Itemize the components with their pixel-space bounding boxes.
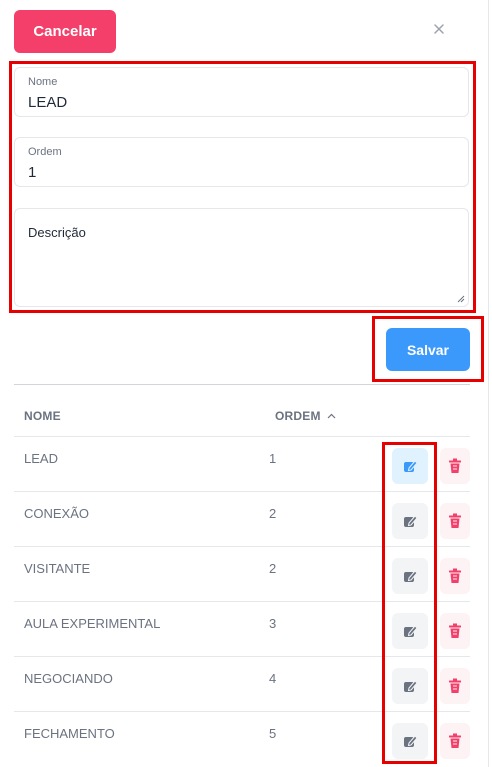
trash-icon — [449, 678, 461, 693]
delete-button[interactable] — [440, 448, 470, 484]
panel-border — [488, 0, 489, 767]
trash-icon — [449, 733, 461, 748]
section-divider — [14, 384, 470, 385]
trash-icon — [449, 458, 461, 473]
edit-icon — [404, 735, 418, 747]
nome-label: Nome — [28, 76, 58, 88]
cancel-button[interactable]: Cancelar — [14, 10, 116, 53]
delete-button[interactable] — [440, 723, 470, 759]
table-row: FECHAMENTO 5 — [14, 712, 470, 767]
ordem-field[interactable]: Ordem 1 — [14, 137, 469, 187]
row-ordem: 3 — [269, 616, 277, 631]
row-nome: LEAD — [24, 451, 58, 466]
edit-icon — [404, 570, 418, 582]
edit-button[interactable] — [392, 503, 428, 539]
edit-button[interactable] — [392, 558, 428, 594]
edit-button[interactable] — [392, 668, 428, 704]
column-header-nome[interactable]: NOME — [24, 409, 61, 423]
save-button[interactable]: Salvar — [386, 328, 470, 371]
row-ordem: 5 — [269, 726, 277, 741]
trash-icon — [449, 568, 461, 583]
delete-button[interactable] — [440, 668, 470, 704]
nome-input[interactable]: LEAD — [28, 94, 67, 111]
row-nome: VISITANTE — [24, 561, 91, 576]
descricao-textarea[interactable]: Descrição — [14, 208, 469, 307]
row-nome: FECHAMENTO — [24, 726, 115, 741]
chevron-up-icon — [327, 413, 336, 419]
table-row: LEAD 1 — [14, 437, 470, 492]
resize-grip-icon[interactable] — [457, 295, 465, 303]
row-ordem: 1 — [269, 451, 277, 466]
edit-button[interactable] — [392, 448, 428, 484]
descricao-placeholder: Descrição — [28, 225, 86, 240]
row-ordem: 2 — [269, 561, 277, 576]
column-header-ordem-label: ORDEM — [275, 409, 321, 423]
edit-icon — [404, 460, 418, 472]
edit-icon — [404, 515, 418, 527]
table-row: AULA EXPERIMENTAL 3 — [14, 602, 470, 657]
delete-button[interactable] — [440, 558, 470, 594]
row-ordem: 2 — [269, 506, 277, 521]
row-ordem: 4 — [269, 671, 277, 686]
edit-icon — [404, 680, 418, 692]
delete-button[interactable] — [440, 613, 470, 649]
row-nome: AULA EXPERIMENTAL — [24, 616, 161, 631]
ordem-label: Ordem — [28, 146, 62, 158]
edit-button[interactable] — [392, 723, 428, 759]
close-icon[interactable] — [430, 20, 448, 38]
row-nome: NEGOCIANDO — [24, 671, 113, 686]
trash-icon — [449, 623, 461, 638]
delete-button[interactable] — [440, 503, 470, 539]
column-header-ordem[interactable]: ORDEM — [275, 409, 336, 423]
row-nome: CONEXÃO — [24, 506, 90, 521]
ordem-input[interactable]: 1 — [28, 164, 36, 181]
edit-button[interactable] — [392, 613, 428, 649]
trash-icon — [449, 513, 461, 528]
edit-icon — [404, 625, 418, 637]
table-row: VISITANTE 2 — [14, 547, 470, 602]
nome-field[interactable]: Nome LEAD — [14, 67, 469, 117]
table-row: CONEXÃO 2 — [14, 492, 470, 547]
table-row: NEGOCIANDO 4 — [14, 657, 470, 712]
